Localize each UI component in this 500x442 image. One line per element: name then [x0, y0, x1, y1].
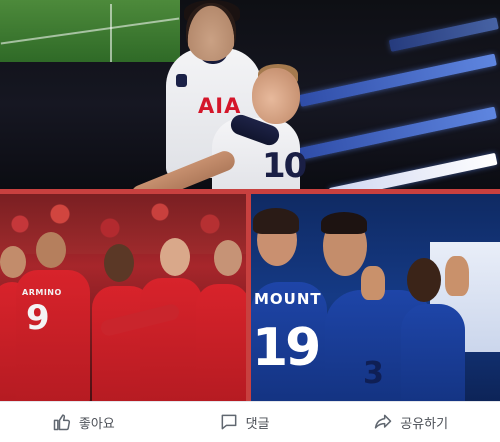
chest-number: 3: [363, 356, 384, 391]
share-button[interactable]: 공유하기: [359, 406, 462, 438]
player-head: [160, 238, 190, 276]
shirt-number: 9: [26, 298, 50, 338]
led-board: [298, 53, 497, 107]
shirt-number: 19: [252, 318, 321, 378]
pitch-background: [0, 0, 180, 62]
player-head: [407, 258, 441, 302]
led-board: [328, 152, 498, 190]
feed-post: AIA 10 ARMINO 9 MOUNT 19 3 좋아요 댓글 공유하기: [0, 0, 500, 442]
player-red-kit: [196, 284, 246, 401]
club-badge: [176, 74, 187, 87]
player-blue-kit: [401, 304, 465, 401]
shirt-name: ARMINO: [22, 288, 62, 297]
player-hand: [361, 266, 385, 300]
led-board: [388, 17, 499, 52]
post-action-bar: 좋아요 댓글 공유하기: [0, 401, 500, 442]
player-head: [252, 68, 300, 124]
like-button[interactable]: 좋아요: [38, 406, 129, 438]
photo-huddle-bottom-left[interactable]: ARMINO 9: [0, 194, 246, 401]
shirt-name: MOUNT: [254, 290, 322, 308]
led-board: [298, 106, 497, 160]
player-hair: [253, 208, 299, 234]
photo-celebration-top[interactable]: AIA 10: [0, 0, 500, 190]
player-red-kit: [140, 278, 202, 401]
player-head: [104, 244, 134, 282]
player-head: [0, 246, 26, 278]
shirt-sponsor: AIA: [198, 94, 242, 118]
player-hand: [445, 256, 469, 296]
player-head: [36, 232, 66, 268]
comment-button[interactable]: 댓글: [205, 406, 284, 438]
player-head: [214, 240, 242, 276]
thumbs-up-icon: [53, 414, 70, 431]
share-arrow-icon: [375, 414, 392, 429]
share-label: 공유하기: [400, 416, 449, 432]
like-label: 좋아요: [78, 416, 115, 432]
comment-bubble-icon: [221, 414, 236, 430]
player-head: [186, 3, 236, 61]
comment-label: 댓글: [245, 416, 270, 432]
player-hair: [321, 212, 367, 234]
shirt-number: 10: [262, 146, 307, 186]
